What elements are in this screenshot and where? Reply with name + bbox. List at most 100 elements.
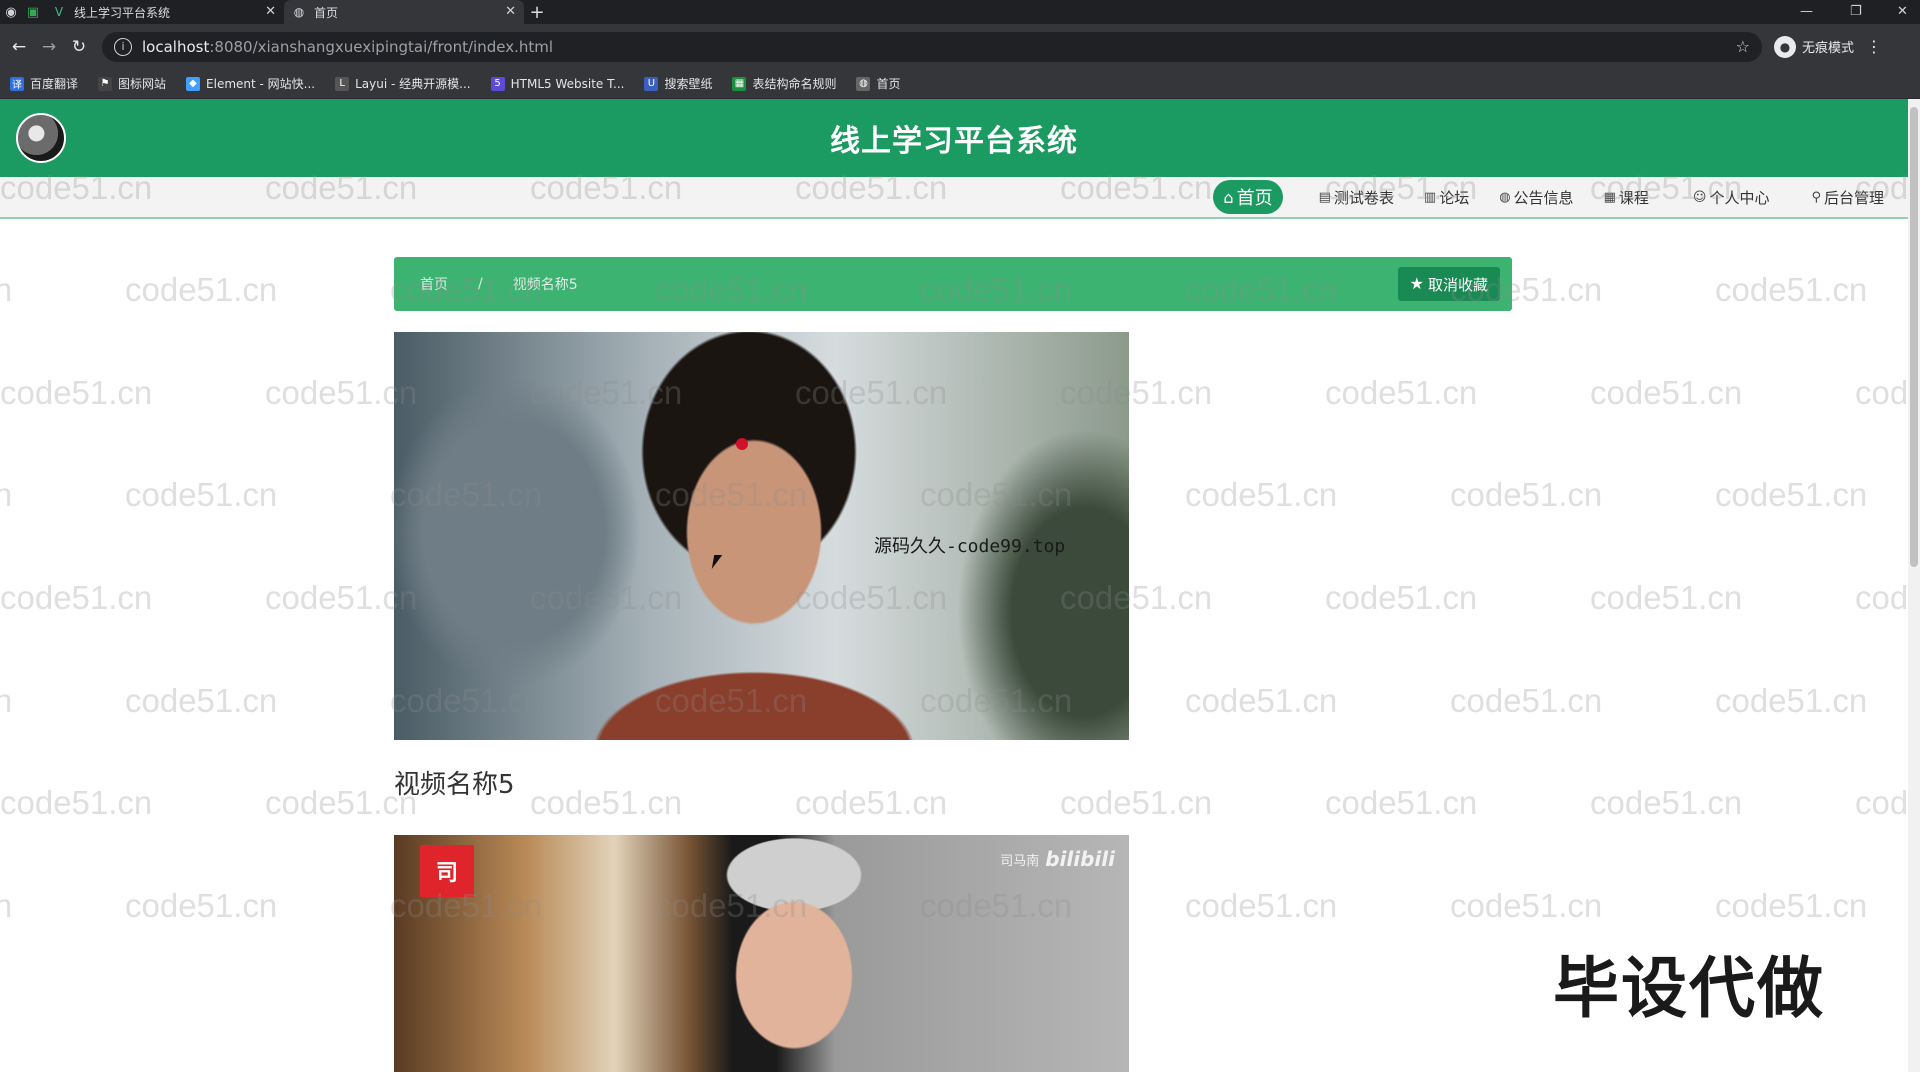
nav-item-courses[interactable]: ▦课程	[1604, 180, 1649, 214]
wallpaper-icon: U	[644, 77, 658, 91]
bookmark-label: 首页	[876, 75, 900, 92]
bookmark-label: Element - 网站快...	[206, 75, 315, 92]
restore-icon[interactable]: ❐	[1850, 0, 1862, 22]
watermark-text: code51.cn	[1855, 374, 1908, 412]
bookmark-item[interactable]: ▦ 表结构命名规则	[732, 75, 836, 92]
site-header: 线上学习平台系统	[0, 99, 1908, 177]
watermark-text: code51.cn	[1325, 374, 1477, 412]
html5-icon: 5	[491, 77, 505, 91]
watermark-text: code51.cn	[1450, 682, 1602, 720]
window-close-icon[interactable]: ✕	[1897, 0, 1908, 22]
nav-item-home[interactable]: ⌂首页	[1213, 180, 1282, 214]
unfavorite-button[interactable]: ★ 取消收藏	[1398, 267, 1500, 301]
home-icon: ⌂	[1223, 188, 1233, 207]
watermark-text: code51.cn	[1450, 476, 1602, 514]
bookmark-item[interactable]: ◆ Element - 网站快...	[186, 75, 315, 92]
user-icon: ☺	[1693, 190, 1707, 205]
nav-label: 课程	[1619, 187, 1649, 208]
watermark-text: code51.cn	[1590, 579, 1742, 617]
tab-learning-platform[interactable]: V 线上学习平台系统 ✕	[44, 0, 284, 24]
close-icon[interactable]: ✕	[265, 4, 276, 19]
watermark-text: code51.cn	[1060, 784, 1212, 822]
pinned-tab-icon[interactable]: ▣	[22, 0, 44, 24]
watermark-text: code51.cn	[0, 271, 12, 309]
back-button[interactable]: ←	[4, 32, 34, 62]
nav-item-profile[interactable]: ☺个人中心	[1693, 180, 1770, 214]
forum-icon: ▥	[1424, 190, 1436, 205]
bookmark-label: 百度翻译	[30, 75, 78, 92]
translate-icon: 译	[10, 77, 24, 91]
close-icon[interactable]: ✕	[505, 4, 516, 19]
watermark-text: code51.cn	[795, 784, 947, 822]
watermark-text: code51.cn	[1715, 682, 1867, 720]
unfavorite-label: 取消收藏	[1428, 274, 1488, 295]
bookmark-item[interactable]: 译百度翻译	[10, 75, 78, 92]
breadcrumb: 首页 / 视频名称5 ★ 取消收藏	[394, 257, 1512, 311]
forward-button[interactable]: →	[34, 32, 64, 62]
reload-button[interactable]: ↻	[64, 32, 94, 62]
url-path: :8080/xianshangxuexipingtai/front/index.…	[209, 38, 553, 56]
bookmark-label: HTML5 Website T...	[511, 77, 625, 91]
notice-icon: ◍	[1499, 190, 1510, 205]
bookmark-item[interactable]: ⚑ 图标网站	[98, 75, 166, 92]
bookmark-item[interactable]: ◍首页	[856, 75, 900, 92]
tab-title: 线上学习平台系统	[74, 4, 170, 21]
address-bar: ← → ↻ i localhost:8080/xianshangxuexipin…	[0, 24, 1920, 69]
video-overlay-text: 源码久久-code99.top	[874, 532, 1065, 558]
layui-icon: L	[335, 77, 349, 91]
bookmark-item[interactable]: 5 HTML5 Website T...	[491, 77, 625, 91]
breadcrumb-separator: /	[478, 276, 483, 292]
watermark-text: code51.cn	[1590, 784, 1742, 822]
video-watermark: 司马南 bilibili	[1000, 847, 1115, 871]
incognito-icon: ●	[1774, 36, 1796, 58]
watermark-text: code51.cn	[1185, 476, 1337, 514]
nav-item-forum[interactable]: ▥论坛	[1424, 180, 1469, 214]
more-menu-icon[interactable]: ⋮	[1866, 37, 1882, 56]
element-icon: ◆	[186, 77, 200, 91]
nav-item-test-papers[interactable]: ▤测试卷表	[1319, 180, 1394, 214]
watermark-text: code51.cn	[0, 579, 152, 617]
nav-label: 论坛	[1439, 187, 1469, 208]
video-thumbnail[interactable]: 司 司马南 bilibili	[394, 835, 1129, 1072]
watermark-text: code51.cn	[1715, 271, 1867, 309]
url-input[interactable]: i localhost:8080/xianshangxuexipingtai/f…	[102, 32, 1762, 62]
bookmark-item[interactable]: L Layui - 经典开源模...	[335, 75, 470, 92]
info-icon[interactable]: i	[114, 38, 132, 56]
page-scrollbar[interactable]	[1908, 99, 1920, 1072]
video-player[interactable]: 源码久久-code99.top	[394, 332, 1129, 740]
bookmark-label: 表结构命名规则	[752, 75, 836, 92]
bilibili-logo: bilibili	[1045, 847, 1115, 871]
breadcrumb-home[interactable]: 首页	[420, 274, 448, 294]
nav-item-admin[interactable]: ⚲后台管理	[1811, 180, 1884, 214]
watermark-text: code51.cn	[1325, 579, 1477, 617]
watermark-text: code51.cn	[1185, 887, 1337, 925]
sheet-icon: ▦	[732, 77, 746, 91]
nav-item-notices[interactable]: ◍公告信息	[1499, 180, 1573, 214]
breadcrumb-current: 视频名称5	[513, 274, 578, 294]
watermark-text: code51.cn	[0, 784, 152, 822]
profile-label: 无痕模式	[1802, 37, 1854, 56]
tab-home[interactable]: ◍ 首页 ✕	[284, 0, 524, 24]
watermark-text: code51.cn	[1590, 374, 1742, 412]
video-frame-detail	[736, 438, 748, 450]
watermark-text: code51.cn	[1855, 579, 1908, 617]
main-nav: ⌂首页 ▤测试卷表 ▥论坛 ◍公告信息 ▦课程 ☺个人中心 ⚲后台管理	[0, 177, 1908, 219]
scrollbar-thumb[interactable]	[1910, 107, 1918, 567]
incognito-profile[interactable]: ● 无痕模式	[1774, 36, 1854, 58]
bookmark-star-icon[interactable]: ☆	[1736, 37, 1750, 56]
chrome-menu-icon[interactable]: ◉	[0, 0, 22, 24]
bookmark-label: 搜索壁纸	[664, 75, 712, 92]
nav-label: 测试卷表	[1334, 187, 1394, 208]
watermark-text: code51.cn	[1715, 887, 1867, 925]
bookmark-item[interactable]: U 搜索壁纸	[644, 75, 712, 92]
watermark-text: code51.cn	[1855, 784, 1908, 822]
new-tab-button[interactable]: +	[524, 0, 550, 24]
watermark-text: code51.cn	[1450, 887, 1602, 925]
flag-icon: ⚑	[98, 77, 112, 91]
watermark-text: code51.cn	[0, 682, 12, 720]
minimize-icon[interactable]: —	[1800, 0, 1813, 22]
bookmark-label: 图标网站	[118, 75, 166, 92]
bookmark-label: Layui - 经典开源模...	[355, 75, 470, 92]
promo-overlay-text: 毕设代做	[1553, 935, 1825, 1031]
site-logo[interactable]	[16, 113, 66, 163]
